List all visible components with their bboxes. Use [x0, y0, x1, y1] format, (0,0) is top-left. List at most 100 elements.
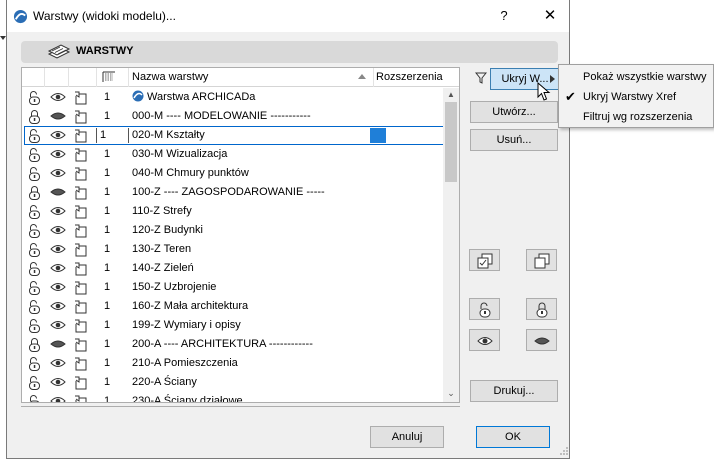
lock-all-button[interactable] — [526, 298, 557, 320]
visibility-toggle[interactable] — [50, 278, 68, 297]
wireframe-toggle[interactable] — [74, 259, 92, 278]
paste-layer-settings-button[interactable] — [526, 249, 557, 271]
table-row[interactable]: 1 020-M Kształty — [22, 126, 448, 145]
table-row[interactable]: 1 210-A Pomieszczenia — [22, 354, 442, 373]
wireframe-toggle[interactable] — [74, 392, 92, 402]
table-row[interactable]: 1 120-Z Budynki — [22, 221, 442, 240]
table-row[interactable]: 1 200-A ---- ARCHITEKTURA ------------ — [22, 335, 442, 354]
table-row[interactable]: 1 150-Z Uzbrojenie — [22, 278, 442, 297]
visibility-toggle[interactable] — [50, 392, 68, 402]
copy-layer-settings-button[interactable] — [469, 249, 500, 271]
intersection-group-input[interactable]: 1 — [96, 128, 128, 143]
wireframe-toggle[interactable] — [74, 107, 92, 126]
visibility-toggle[interactable] — [50, 354, 68, 373]
wireframe-toggle[interactable] — [74, 278, 92, 297]
wireframe-toggle[interactable] — [74, 373, 92, 392]
help-button[interactable]: ? — [487, 0, 521, 32]
visibility-toggle[interactable] — [50, 126, 68, 145]
lock-toggle[interactable] — [28, 126, 44, 145]
table-row[interactable]: 1 140-Z Zieleń — [22, 259, 442, 278]
layer-name: 100-Z ---- ZAGOSPODAROWANIE ----- — [132, 186, 325, 198]
visibility-toggle[interactable] — [50, 373, 68, 392]
visibility-toggle[interactable] — [50, 221, 68, 240]
wireframe-toggle[interactable] — [74, 297, 92, 316]
visibility-toggle[interactable] — [50, 202, 68, 221]
menu-item-label: Pokaż wszystkie warstwy — [583, 71, 707, 83]
wireframe-toggle[interactable] — [74, 164, 92, 183]
wireframe-toggle[interactable] — [74, 202, 92, 221]
lock-toggle[interactable] — [28, 202, 44, 221]
lock-toggle[interactable] — [28, 354, 44, 373]
hide-layers-menu: Pokaż wszystkie warstwy ✔ Ukryj Warstwy … — [558, 64, 714, 128]
table-row[interactable]: 1 030-M Wizualizacja — [22, 145, 442, 164]
visibility-toggle[interactable] — [50, 335, 68, 354]
visibility-toggle[interactable] — [50, 240, 68, 259]
resize-grip-icon[interactable] — [559, 446, 569, 456]
visibility-toggle[interactable] — [50, 107, 68, 126]
menu-item-filter-by-extension[interactable]: Filtruj wg rozszerzenia — [559, 107, 713, 127]
table-row[interactable]: 1 220-A Ściany — [22, 373, 442, 392]
menu-item-show-all-layers[interactable]: Pokaż wszystkie warstwy — [559, 67, 713, 87]
wireframe-toggle[interactable] — [74, 183, 92, 202]
wireframe-toggle[interactable] — [74, 354, 92, 373]
table-row[interactable]: 1 Warstwa ARCHICADa — [22, 88, 442, 107]
lock-toggle[interactable] — [28, 259, 44, 278]
table-row[interactable]: 1 040-M Chmury punktów — [22, 164, 442, 183]
table-row[interactable]: 1 199-Z Wymiary i opisy — [22, 316, 442, 335]
scroll-down-arrow-icon[interactable]: ⌄ — [443, 386, 459, 400]
close-button[interactable]: ✕ — [531, 0, 569, 32]
menu-item-hide-xref-layers[interactable]: ✔ Ukryj Warstwy Xref — [559, 87, 713, 107]
wireframe-toggle[interactable] — [74, 335, 92, 354]
unlock-all-button[interactable] — [469, 298, 500, 320]
create-button[interactable]: Utwórz... — [470, 101, 558, 123]
filter-icon[interactable] — [475, 72, 487, 84]
show-all-button[interactable] — [469, 329, 500, 351]
visibility-toggle[interactable] — [50, 316, 68, 335]
column-header-extensions[interactable]: Rozszerzenia — [374, 68, 459, 87]
hide-all-button[interactable] — [526, 329, 557, 351]
lock-toggle[interactable] — [28, 373, 44, 392]
wireframe-toggle[interactable] — [74, 316, 92, 335]
lock-toggle[interactable] — [28, 316, 44, 335]
lock-toggle[interactable] — [28, 392, 44, 402]
cancel-button[interactable]: Anuluj — [370, 426, 444, 448]
print-button[interactable]: Drukuj... — [470, 380, 558, 402]
wireframe-toggle[interactable] — [74, 145, 92, 164]
layers-dialog: Warstwy (widoki modelu)... ? ✕ WARSTWY N… — [6, 0, 570, 459]
lock-toggle[interactable] — [28, 88, 44, 107]
lock-toggle[interactable] — [28, 145, 44, 164]
visibility-toggle[interactable] — [50, 164, 68, 183]
lock-toggle[interactable] — [28, 164, 44, 183]
table-row[interactable]: 1 130-Z Teren — [22, 240, 442, 259]
wireframe-toggle[interactable] — [74, 240, 92, 259]
scroll-thumb[interactable] — [445, 102, 457, 182]
table-row[interactable]: 1 100-Z ---- ZAGOSPODAROWANIE ----- — [22, 183, 442, 202]
visibility-toggle[interactable] — [50, 145, 68, 164]
lock-toggle[interactable] — [28, 221, 44, 240]
ok-button[interactable]: OK — [476, 426, 550, 448]
wireframe-toggle[interactable] — [74, 126, 92, 145]
table-row[interactable]: 1 000-M ---- MODELOWANIE ----------- — [22, 107, 442, 126]
wireframe-toggle[interactable] — [74, 88, 92, 107]
column-divider — [96, 68, 97, 87]
table-row[interactable]: 1 160-Z Mała architektura — [22, 297, 442, 316]
layer-name-input[interactable]: 020-M Kształty — [128, 128, 366, 143]
visibility-toggle[interactable] — [50, 183, 68, 202]
layers-table: Nazwa warstwy Rozszerzenia 1 Warstwa ARCH… — [21, 67, 460, 403]
column-header-name[interactable]: Nazwa warstwy — [128, 68, 374, 87]
vertical-scrollbar[interactable]: ▲ ⌄ — [443, 88, 459, 402]
lock-toggle[interactable] — [28, 107, 44, 126]
visibility-toggle[interactable] — [50, 259, 68, 278]
lock-toggle[interactable] — [28, 278, 44, 297]
lock-toggle[interactable] — [28, 240, 44, 259]
table-row[interactable]: 1 110-Z Strefy — [22, 202, 442, 221]
table-row[interactable]: 1 230-A Ściany działowe — [22, 392, 442, 402]
scroll-up-arrow-icon[interactable]: ▲ — [443, 90, 459, 100]
visibility-toggle[interactable] — [50, 88, 68, 107]
delete-button[interactable]: Usuń... — [470, 129, 558, 151]
wireframe-toggle[interactable] — [74, 221, 92, 240]
lock-toggle[interactable] — [28, 297, 44, 316]
visibility-toggle[interactable] — [50, 297, 68, 316]
lock-toggle[interactable] — [28, 335, 44, 354]
lock-toggle[interactable] — [28, 183, 44, 202]
